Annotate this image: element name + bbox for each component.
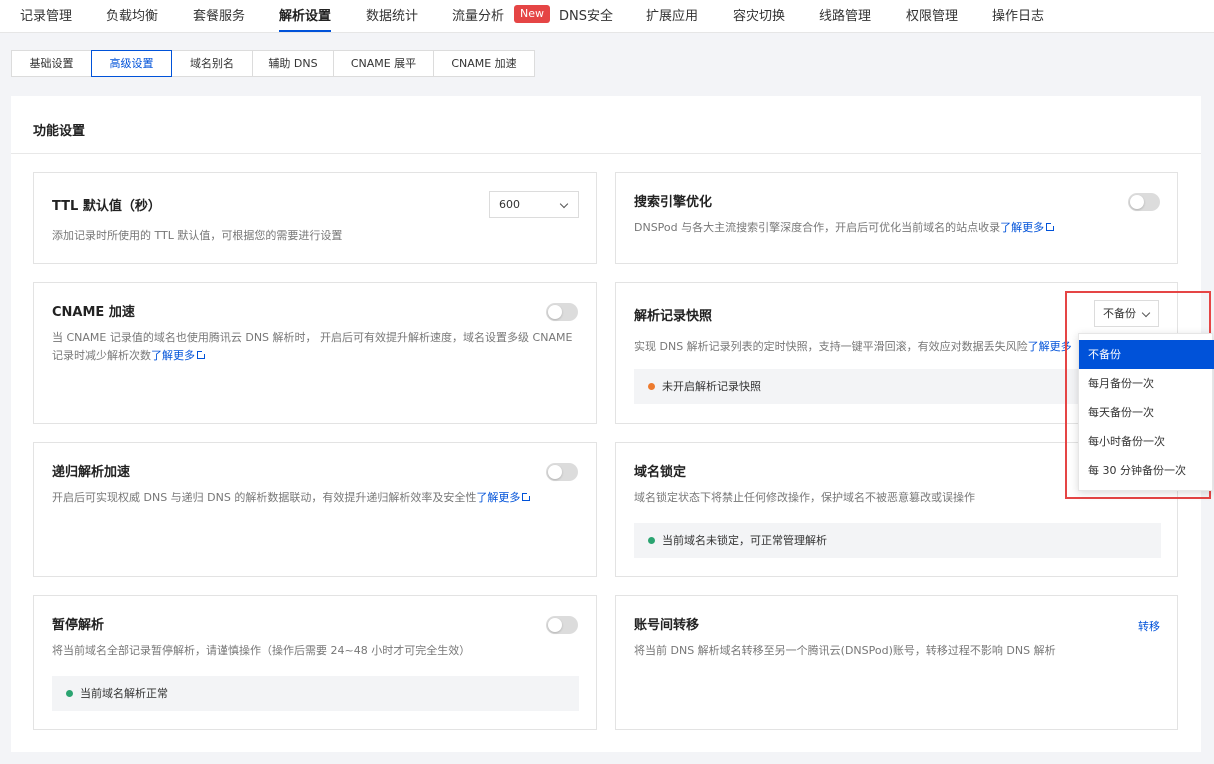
card-recursive: 递归解析加速 开启后可实现权威 DNS 与递归 DNS 的解析数据联动，有效提升… xyxy=(33,442,597,577)
desc-text: 开启后可实现权威 DNS 与递归 DNS 的解析数据联动，有效提升递归解析效率及… xyxy=(52,491,477,504)
top-nav: 记录管理 负载均衡 套餐服务 解析设置 数据统计 流量分析 New DNS安全 … xyxy=(0,0,1214,33)
lock-status: 当前域名未锁定，可正常管理解析 xyxy=(634,523,1161,558)
card-desc: 将当前 DNS 解析域名转移至另一个腾讯云(DNSPod)账号，转移过程不影响 … xyxy=(634,644,1056,657)
dropdown-option-monthly[interactable]: 每月备份一次 xyxy=(1079,369,1214,398)
nav-item-permissions[interactable]: 权限管理 xyxy=(906,0,958,33)
sub-tabs: 基础设置 高级设置 域名别名 辅助 DNS CNAME 展平 CNAME 加速 xyxy=(11,50,535,77)
nav-item-disaster-recovery[interactable]: 容灾切换 xyxy=(733,0,785,33)
seo-toggle[interactable] xyxy=(1128,193,1160,211)
desc-text: 实现 DNS 解析记录列表的定时快照，支持一键平滑回滚，有效应对数据丢失风险 xyxy=(634,340,1028,353)
toggle-knob xyxy=(548,305,562,319)
dropdown-option-daily[interactable]: 每天备份一次 xyxy=(1079,398,1214,427)
card-title: 账号间转移 xyxy=(634,618,700,633)
status-dot xyxy=(66,690,73,697)
card-title: 解析记录快照 xyxy=(634,309,713,324)
card-cname: CNAME 加速 当 CNAME 记录值的域名也使用腾讯云 DNS 解析时， 开… xyxy=(33,282,597,424)
toggle-knob xyxy=(548,465,562,479)
subtab-cname-flatten[interactable]: CNAME 展平 xyxy=(333,50,434,77)
external-link-icon xyxy=(197,350,206,359)
cname-toggle[interactable] xyxy=(546,303,578,321)
status-text: 当前域名解析正常 xyxy=(80,687,168,700)
learn-more-link[interactable]: 了解更多 xyxy=(476,491,520,504)
learn-more-link[interactable]: 了解更多 xyxy=(151,349,195,362)
card-pause: 暂停解析 将当前域名全部记录暂停解析，请谨慎操作（操作后需要 24~48 小时才… xyxy=(33,595,597,730)
desc-text: 当 CNAME 记录值的域名也使用腾讯云 DNS 解析时， 开启后可有效提升解析… xyxy=(52,331,573,362)
panel-title: 功能设置 xyxy=(33,124,86,139)
card-title: TTL 默认值（秒） xyxy=(52,199,161,214)
nav-item-line-management[interactable]: 线路管理 xyxy=(819,0,871,33)
dropdown-option-hourly[interactable]: 每小时备份一次 xyxy=(1079,427,1214,456)
nav-item-operation-log[interactable]: 操作日志 xyxy=(992,0,1044,33)
status-text: 当前域名未锁定，可正常管理解析 xyxy=(662,534,827,547)
status-text: 未开启解析记录快照 xyxy=(662,380,761,393)
nav-item-dns-security[interactable]: DNS安全 xyxy=(559,0,613,33)
card-ttl: TTL 默认值（秒） 600 添加记录时所使用的 TTL 默认值，可根据您的需要… xyxy=(33,172,597,264)
card-title: 搜索引擎优化 xyxy=(634,195,713,210)
nav-item-extensions[interactable]: 扩展应用 xyxy=(646,0,698,33)
card-seo: 搜索引擎优化 DNSPod 与各大主流搜索引擎深度合作，开启后可优化当前域名的站… xyxy=(615,172,1178,264)
toggle-knob xyxy=(1130,195,1144,209)
nav-item-resolve-settings[interactable]: 解析设置 xyxy=(279,0,332,32)
learn-more-link[interactable]: 了解更多 xyxy=(1000,221,1044,234)
status-dot xyxy=(648,537,655,544)
nav-item-statistics[interactable]: 数据统计 xyxy=(366,0,418,33)
toggle-knob xyxy=(548,618,562,632)
card-desc: DNSPod 与各大主流搜索引擎深度合作，开启后可优化当前域名的站点收录了解更多 xyxy=(634,219,1056,237)
subtab-basic[interactable]: 基础设置 xyxy=(11,50,92,77)
card-desc: 实现 DNS 解析记录列表的定时快照，支持一键平滑回滚，有效应对数据丢失风险了解… xyxy=(634,338,1072,356)
external-link-icon xyxy=(522,492,532,501)
card-desc: 开启后可实现权威 DNS 与递归 DNS 的解析数据联动，有效提升递归解析效率及… xyxy=(52,489,532,507)
subtab-cname-accelerate[interactable]: CNAME 加速 xyxy=(433,50,535,77)
card-transfer: 账号间转移 转移 将当前 DNS 解析域名转移至另一个腾讯云(DNSPod)账号… xyxy=(615,595,1178,730)
dropdown-option-no-backup[interactable]: 不备份 xyxy=(1079,340,1214,369)
subtab-secondary-dns[interactable]: 辅助 DNS xyxy=(252,50,334,77)
recursive-toggle[interactable] xyxy=(546,463,578,481)
subtab-domain-alias[interactable]: 域名别名 xyxy=(171,50,253,77)
nav-item-load-balance[interactable]: 负载均衡 xyxy=(106,0,158,33)
divider xyxy=(11,153,1201,154)
nav-item-traffic-analysis[interactable]: 流量分析 xyxy=(452,0,504,33)
snapshot-dropdown: 不备份 每月备份一次 每天备份一次 每小时备份一次 每 30 分钟备份一次 xyxy=(1078,333,1214,491)
nav-item-records[interactable]: 记录管理 xyxy=(20,0,72,33)
status-dot xyxy=(648,383,655,390)
new-badge: New xyxy=(514,5,550,23)
card-desc: 添加记录时所使用的 TTL 默认值，可根据您的需要进行设置 xyxy=(52,229,343,242)
pause-toggle[interactable] xyxy=(546,616,578,634)
nav-item-packages[interactable]: 套餐服务 xyxy=(193,0,245,33)
subtab-advanced[interactable]: 高级设置 xyxy=(91,50,172,77)
desc-text: DNSPod 与各大主流搜索引擎深度合作，开启后可优化当前域名的站点收录 xyxy=(634,221,1001,234)
transfer-link[interactable]: 转移 xyxy=(1138,618,1160,634)
card-title: 域名锁定 xyxy=(634,465,687,480)
dropdown-option-30min[interactable]: 每 30 分钟备份一次 xyxy=(1079,456,1214,485)
card-title: 递归解析加速 xyxy=(52,465,131,480)
card-desc: 当 CNAME 记录值的域名也使用腾讯云 DNS 解析时， 开启后可有效提升解析… xyxy=(52,329,580,365)
ttl-select-value: 600 xyxy=(499,198,520,211)
chevron-down-icon xyxy=(559,199,569,209)
ttl-select[interactable]: 600 xyxy=(489,191,579,218)
card-desc: 域名锁定状态下将禁止任何修改操作，保护域名不被恶意篡改或误操作 xyxy=(634,491,975,504)
external-link-icon xyxy=(1046,222,1056,231)
pause-status: 当前域名解析正常 xyxy=(52,676,579,711)
card-desc: 将当前域名全部记录暂停解析，请谨慎操作（操作后需要 24~48 小时才可完全生效… xyxy=(52,644,471,657)
card-title: 暂停解析 xyxy=(52,618,105,633)
card-title: CNAME 加速 xyxy=(52,305,135,320)
settings-panel: 功能设置 TTL 默认值（秒） 600 添加记录时所使用的 TTL 默认值，可根… xyxy=(11,96,1201,752)
